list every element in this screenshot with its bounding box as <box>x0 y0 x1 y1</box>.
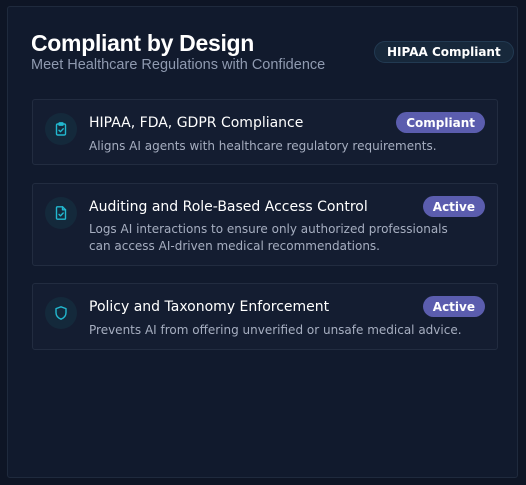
feature-description: Logs AI interactions to ensure only auth… <box>89 222 448 253</box>
feature-card-policy: Policy and Taxonomy Enforcement Prevents… <box>32 283 498 350</box>
status-badge: Active <box>422 196 485 217</box>
hipaa-badge: HIPAA Compliant <box>374 41 514 63</box>
feature-title: Policy and Taxonomy Enforcement <box>89 299 330 315</box>
status-badge: Active <box>422 296 485 317</box>
page-title: Compliant by Design <box>31 30 255 56</box>
feature-card-compliance: HIPAA, FDA, GDPR Compliance Aligns AI ag… <box>32 99 498 165</box>
feature-card-auditing: Auditing and Role-Based Access Control L… <box>32 183 498 266</box>
clipboard-check-icon <box>45 113 77 145</box>
compliance-panel: Compliant by Design Meet Healthcare Regu… <box>7 6 518 478</box>
feature-title: Auditing and Role-Based Access Control <box>89 199 368 215</box>
shield-icon <box>45 297 77 329</box>
feature-title: HIPAA, FDA, GDPR Compliance <box>89 115 304 131</box>
status-badge: Compliant <box>396 112 485 133</box>
feature-description: Prevents AI from offering unverified or … <box>89 323 462 337</box>
page-subtitle: Meet Healthcare Regulations with Confide… <box>31 57 326 73</box>
file-check-icon <box>45 197 77 229</box>
feature-description: Aligns AI agents with healthcare regulat… <box>89 139 437 153</box>
